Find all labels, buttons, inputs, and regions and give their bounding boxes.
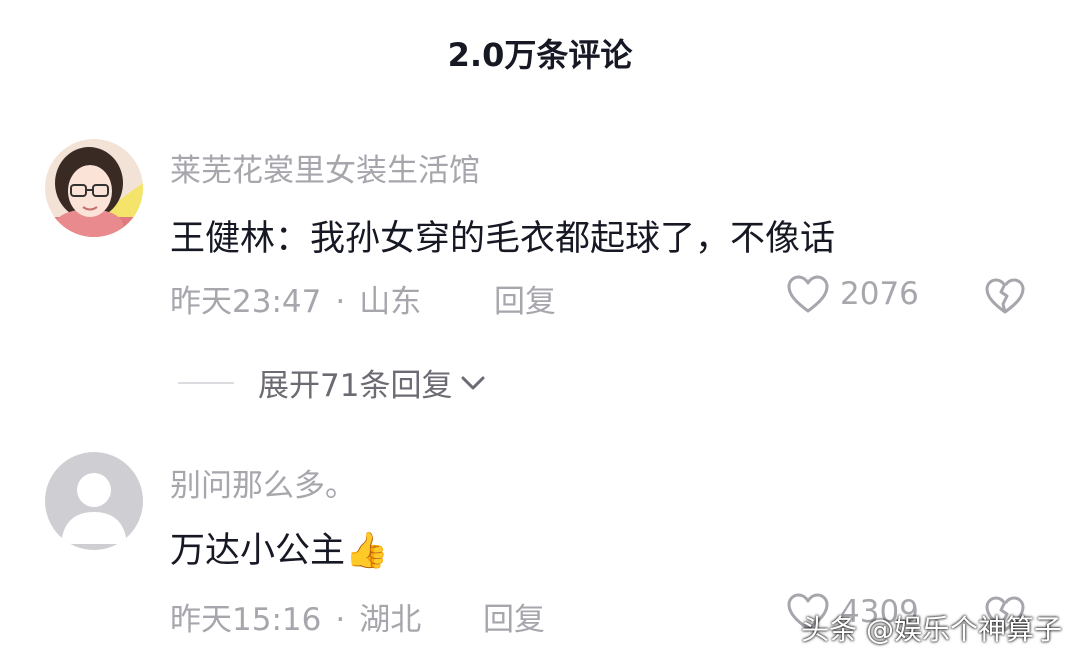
comment-username[interactable]: 别问那么多。 — [170, 460, 356, 505]
avatar[interactable] — [45, 139, 143, 237]
meta-separator: · — [335, 602, 346, 638]
dislike-button[interactable] — [984, 277, 1026, 319]
like-button[interactable]: 2076 — [786, 274, 919, 314]
meta-separator: · — [335, 284, 346, 320]
watermark: 头条 @娱乐个神算子 — [801, 613, 1062, 646]
comment-location: 湖北 — [359, 602, 422, 638]
comment-time: 昨天15:16 — [170, 602, 322, 638]
avatar[interactable] — [45, 452, 143, 550]
comment-text: 王健林：我孙女穿的毛衣都起球了，不像话 — [170, 219, 836, 259]
comment-meta: 昨天15:16 · 湖北 — [170, 594, 421, 639]
expand-replies-label: 展开71条回复 — [258, 368, 453, 404]
like-count: 2076 — [840, 276, 919, 312]
comment-username[interactable]: 莱芜花裳里女装生活馆 — [170, 145, 480, 190]
divider-line — [178, 381, 234, 384]
comment-location: 山东 — [359, 284, 422, 320]
expand-replies-button[interactable]: 展开71条回复 — [178, 360, 486, 405]
reply-button[interactable]: 回复 — [494, 276, 556, 321]
reply-button[interactable]: 回复 — [483, 594, 545, 639]
comment-meta: 昨天23:47 · 山东 — [170, 276, 421, 321]
heart-icon — [787, 275, 829, 313]
comment-text-content: 万达小公主 — [170, 531, 346, 571]
comments-count-title: 2.0万条评论 — [447, 36, 633, 74]
thumbs-up-emoji: 👍 — [345, 531, 389, 571]
comment-time: 昨天23:47 — [170, 284, 322, 320]
comment-text: 万达小公主👍 — [170, 522, 389, 573]
broken-heart-icon — [985, 278, 1025, 314]
chevron-down-icon — [461, 376, 485, 389]
